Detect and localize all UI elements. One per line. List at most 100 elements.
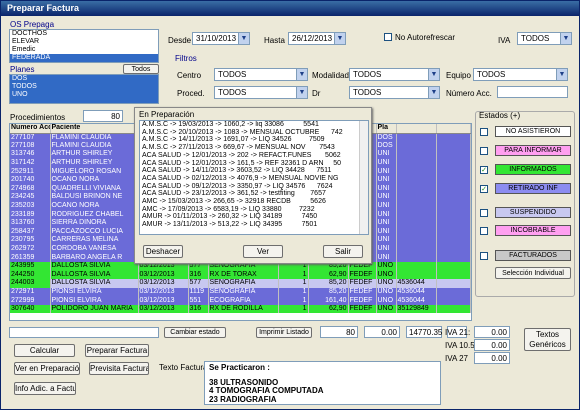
table-cell-fecha: 03/12/2013 (138, 279, 189, 288)
table-cell-acc: 261359 (10, 253, 51, 262)
estado-button[interactable]: RETIRADO INF (495, 183, 571, 194)
table-row[interactable]: 244250 DALLOSTA SILVIA 03/12/2013 316 RX DE … (10, 270, 471, 280)
list-item[interactable]: ACA SALUD -> 02/12/2013 -> 4076,9 -> MEN… (140, 175, 368, 183)
desde-date-picker[interactable]: 31/10/2013 ▼ (192, 32, 250, 45)
table-cell-pla: UNO (376, 261, 397, 271)
planes-item[interactable]: UNO (10, 91, 158, 99)
estado-checkbox[interactable] (480, 252, 488, 260)
table-cell-acc: 272999 (10, 296, 51, 305)
bottom-total2: 14770.35 (406, 326, 442, 338)
list-item[interactable]: ACA SALUD -> 09/12/2013 -> 3350,97 -> LI… (140, 183, 368, 191)
list-item[interactable]: AMUR -> 01/11/2013 -> 260,32 -> LIQ 3418… (140, 213, 368, 221)
planes-todos-button[interactable]: Todos (123, 64, 159, 74)
en-preparacion-list[interactable]: A.M.S.C -> 19/03/2013 -> 1060,2 -> liq 3… (139, 120, 369, 235)
os-prepaga-item[interactable]: ELEVAR (10, 38, 158, 46)
table-cell-pac: SIERRA DINORA (50, 218, 139, 228)
estado-button[interactable]: FACTURADOS (495, 250, 571, 261)
list-item[interactable]: AMC -> 17/09/2013 -> 6583,19 -> LIQ 3388… (140, 206, 368, 214)
ver-button[interactable]: Ver (243, 245, 283, 258)
planes-item[interactable]: DOS (10, 75, 158, 83)
info-adic-factura-button[interactable]: Info Adic. a Factura (14, 382, 76, 395)
table-cell-pac: MIGUELORO ROSAN (50, 167, 139, 176)
previsita-factura-button[interactable]: Previsita Factura (89, 362, 149, 375)
estado-checkbox[interactable] (480, 128, 488, 136)
column-header[interactable]: Pla (376, 124, 397, 134)
list-item[interactable]: A.M.S.C -> 20/10/2013 -> 1083 -> MENSUAL… (140, 129, 368, 137)
no-autorefrescar-checkbox[interactable] (384, 33, 392, 41)
salir-button[interactable]: Salir (323, 245, 363, 258)
equipo-select[interactable]: TODOS ▼ (473, 68, 568, 81)
proced-select[interactable]: TODOS ▼ (214, 86, 308, 99)
table-cell-acc: 252911 (10, 167, 51, 176)
chevron-down-icon: ▼ (556, 69, 567, 80)
list-item[interactable]: AMC -> 15/03/2013 -> 266,65 -> 32918 REC… (140, 198, 368, 206)
table-cell-acc: 233189 (10, 210, 51, 219)
table-cell-acc: 277107 (10, 133, 51, 142)
table-cell-est: RX DE TORAX (208, 270, 279, 280)
texto-factura-textarea[interactable]: Se Practicaron :38 ULTRASONIDO 4 TOMOGRAF… (204, 361, 441, 405)
estado-button[interactable]: INFORMADOS (495, 164, 571, 175)
table-cell-pac: PIONSI ELVIRA (50, 296, 139, 305)
imprimir-listado-button[interactable]: Imprimir Listado (256, 327, 312, 338)
table-cell-acc: 277108 (10, 141, 51, 151)
table-cell-pac: FLAMINI CLAUDIA (50, 133, 139, 142)
column-header[interactable]: Paciente (50, 124, 139, 134)
preparar-factura-button[interactable]: Preparar Factura (85, 344, 149, 357)
estado-checkbox[interactable]: ✓ (480, 185, 488, 193)
proced-value: TODOS (218, 88, 247, 97)
dr-select[interactable]: TODOS ▼ (349, 86, 440, 99)
calcular-button[interactable]: Calcular (14, 344, 75, 357)
iva-select[interactable]: TODOS ▼ (517, 32, 572, 45)
table-row[interactable]: 244003 DALLOSTA SILVIA 03/12/2013 577 SENOGR… (10, 279, 471, 288)
table-cell-pla: DOS (376, 141, 397, 151)
planes-item[interactable]: TODOS (10, 83, 158, 91)
estado-button[interactable]: PARA INFORMAR (495, 145, 571, 156)
os-prepaga-item[interactable]: Emedic (10, 46, 158, 54)
estado-checkbox[interactable]: ✓ (480, 166, 488, 174)
list-item[interactable]: ACA SALUD -> 12/01/2013 -> 161,5 -> REF … (140, 160, 368, 168)
list-item[interactable]: ACA SALUD -> 12/01/2013 -> 202 -> REFACT… (140, 152, 368, 160)
table-cell-tail (396, 201, 437, 211)
list-item[interactable]: ACA SALUD -> 14/11/2013 -> 3603,52 -> LI… (140, 167, 368, 175)
table-row[interactable]: 272999 PIONSI ELVIRA 03/12/2013 551 ECOGRAFI… (10, 296, 471, 305)
table-cell-pla: UNI (376, 244, 397, 254)
column-header[interactable]: Numero Acc (10, 124, 51, 134)
table-row[interactable]: 272971 PIONSI ELVIRA 03/12/2013 1119 SENOGRA… (10, 287, 471, 297)
table-cell-acc: 262972 (10, 244, 51, 254)
table-cell (436, 210, 471, 219)
estado-button[interactable]: NO ASISTIERON (495, 126, 571, 137)
list-item[interactable]: ACA SALUD -> 23/12/2013 -> 361,52 -> tes… (140, 190, 368, 198)
table-cell (436, 236, 471, 245)
table-cell-tail (396, 150, 437, 159)
estado-button[interactable]: SUSPENDIDO (495, 207, 571, 218)
column-header[interactable] (396, 124, 437, 134)
modalidad-select[interactable]: TODOS ▼ (349, 68, 440, 81)
os-prepaga-item[interactable]: FEDERADA (10, 54, 158, 62)
textos-genericos-button[interactable]: Textos Genéricos (524, 328, 571, 351)
planes-list[interactable]: DOS TODOS UNO (9, 74, 159, 104)
table-cell-tail (396, 270, 437, 280)
modalidad-value: TODOS (353, 70, 382, 79)
deshacer-button[interactable]: Deshacer (143, 245, 183, 258)
table-cell (436, 218, 471, 228)
list-item[interactable]: AMUR -> 13/11/2013 -> 513,22 -> LIQ 3439… (140, 221, 368, 229)
cambiar-estado-button[interactable]: Cambiar estado (164, 327, 226, 338)
estado-checkbox[interactable] (480, 209, 488, 217)
hasta-date-picker[interactable]: 26/12/2013 ▼ (288, 32, 346, 45)
estado-button[interactable]: INCOBRABLE (495, 225, 571, 236)
os-prepaga-list[interactable]: DOCTHOS ELEVAR Emedic FEDERADA (9, 29, 159, 63)
estado-checkbox[interactable] (480, 227, 488, 235)
table-row[interactable]: 307640 POLIDORO JUAN MARIA 03/12/2013 316 RX… (10, 304, 471, 314)
list-item[interactable]: A.M.S.C -> 19/03/2013 -> 1060,2 -> liq 3… (140, 121, 368, 129)
estado-checkbox[interactable] (480, 147, 488, 155)
column-header[interactable] (436, 124, 471, 134)
centro-select[interactable]: TODOS ▼ (214, 68, 308, 81)
ver-en-preparacion-button[interactable]: Ver en Preparación (14, 362, 80, 375)
seleccion-individual-button[interactable]: Selección Individual (495, 267, 571, 279)
numero-acc-input[interactable] (497, 86, 568, 98)
list-item[interactable]: A.M.S.C -> 14/11/2013 -> 1691,07 -> LIQ … (140, 136, 368, 144)
scrollbar[interactable] (359, 121, 368, 234)
table-cell-pac: CARRERAS MELINA (50, 236, 139, 245)
os-prepaga-item[interactable]: DOCTHOS (10, 30, 158, 38)
list-item[interactable]: A.M.S.C -> 27/11/2013 -> 669,67 -> MENSU… (140, 144, 368, 152)
